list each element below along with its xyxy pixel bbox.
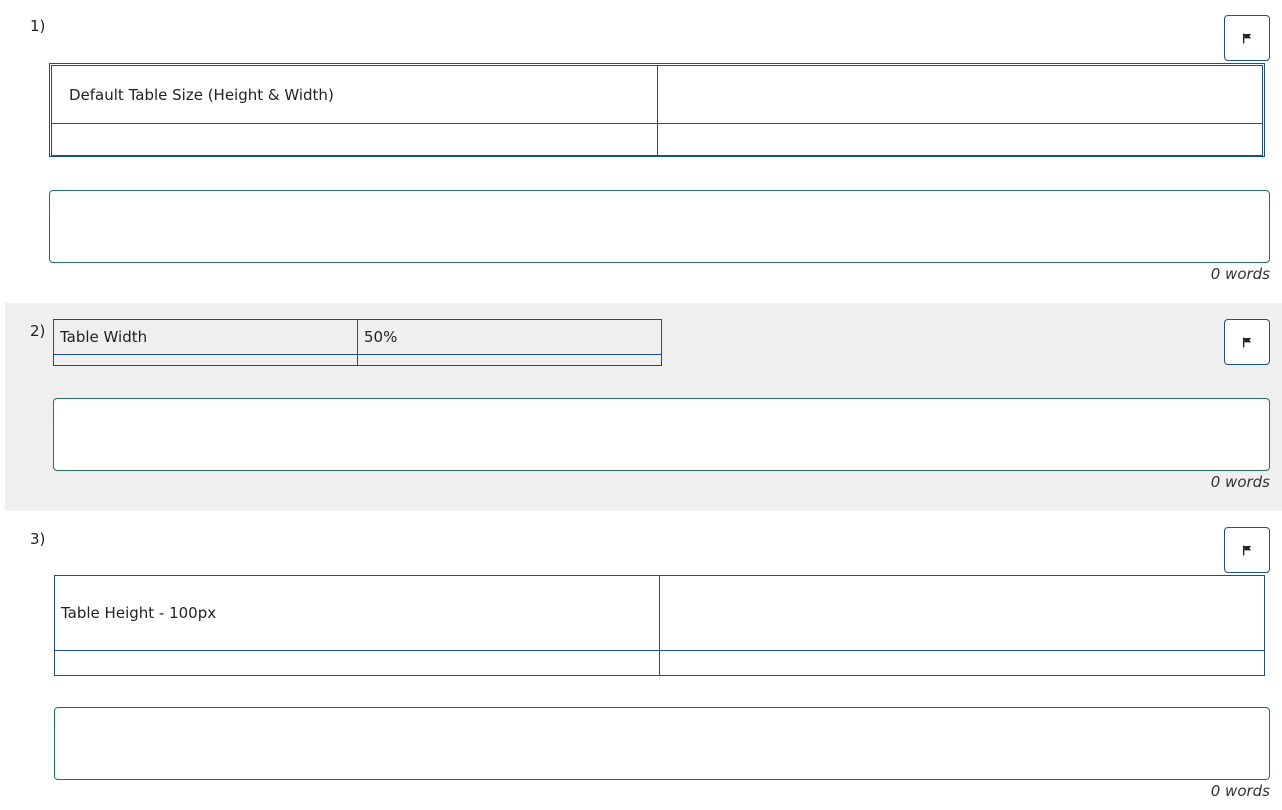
table-cell bbox=[656, 65, 1263, 124]
table-cell: Table Width bbox=[53, 319, 358, 355]
question-number: 1) bbox=[30, 17, 46, 35]
flag-question-button[interactable] bbox=[1224, 15, 1270, 61]
question-number: 3) bbox=[30, 530, 46, 548]
flag-icon bbox=[1243, 337, 1251, 347]
answer-textbox[interactable] bbox=[49, 190, 1270, 263]
word-count: 0 words bbox=[1210, 473, 1270, 491]
question-table-grid: Default Table Size (Height & Width) bbox=[51, 65, 1263, 156]
table-cell: Default Table Size (Height & Width) bbox=[51, 65, 658, 124]
question-number: 2) bbox=[30, 322, 46, 340]
question-table: Table Width 50% bbox=[53, 319, 662, 366]
flag-question-button[interactable] bbox=[1224, 319, 1270, 365]
table-cell bbox=[659, 575, 1265, 651]
table-cell bbox=[659, 650, 1265, 676]
table-cell bbox=[656, 123, 1263, 156]
question-3: 3) Table Height - 100px 0 words bbox=[5, 513, 1282, 810]
question-table: Default Table Size (Height & Width) bbox=[49, 63, 1265, 157]
question-1: 1) Default Table Size (Height & Width) 0… bbox=[5, 0, 1282, 300]
word-count: 0 words bbox=[1210, 782, 1270, 800]
word-count: 0 words bbox=[1210, 265, 1270, 283]
question-2: 2) Table Width 50% 0 words bbox=[5, 303, 1282, 511]
answer-textbox[interactable] bbox=[53, 398, 1270, 471]
flag-icon bbox=[1243, 33, 1251, 43]
table-cell bbox=[54, 650, 660, 676]
question-table: Table Height - 100px bbox=[54, 575, 1265, 676]
flag-icon bbox=[1243, 545, 1251, 555]
table-cell: 50% bbox=[357, 319, 662, 355]
flag-question-button[interactable] bbox=[1224, 527, 1270, 573]
table-cell: Table Height - 100px bbox=[54, 575, 660, 651]
table-cell bbox=[357, 354, 662, 366]
table-cell bbox=[51, 123, 658, 156]
table-cell bbox=[53, 354, 358, 366]
answer-textbox[interactable] bbox=[54, 707, 1270, 780]
